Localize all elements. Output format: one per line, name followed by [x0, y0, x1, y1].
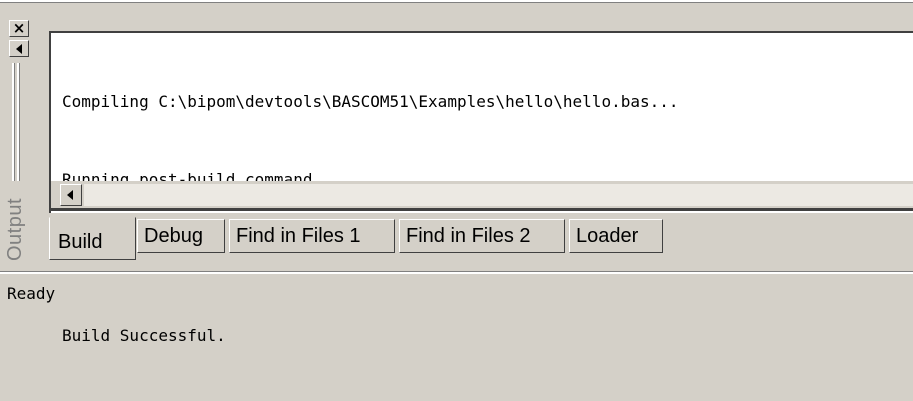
pane-border — [49, 208, 913, 211]
output-tabs: Build Debug Find in Files 1 Find in File… — [49, 217, 913, 261]
output-line: Compiling C:\bipom\devtools\BASCOM51\Exa… — [62, 92, 679, 111]
close-icon[interactable]: × — [9, 20, 29, 37]
gripper-bar[interactable] — [17, 63, 20, 181]
dock-title: Output — [4, 197, 26, 261]
scrollbar-track[interactable] — [84, 184, 913, 206]
gripper-bar[interactable] — [12, 63, 15, 181]
tab-find-in-files-2[interactable]: Find in Files 2 — [399, 219, 565, 253]
scroll-left-icon[interactable] — [60, 184, 82, 206]
tab-debug[interactable]: Debug — [137, 219, 225, 253]
top-edge — [0, 0, 913, 3]
status-separator — [0, 271, 913, 274]
tab-build[interactable]: Build — [49, 217, 136, 260]
horizontal-scrollbar[interactable] — [49, 181, 913, 208]
tab-find-in-files-1[interactable]: Find in Files 1 — [229, 219, 395, 253]
scroll-tabs-left-icon[interactable] — [9, 40, 29, 57]
output-line: Build Successful. — [62, 326, 226, 345]
tab-loader[interactable]: Loader — [569, 219, 663, 253]
status-text: Ready — [7, 284, 56, 303]
output-dock-gripper[interactable]: × Output — [0, 3, 44, 271]
